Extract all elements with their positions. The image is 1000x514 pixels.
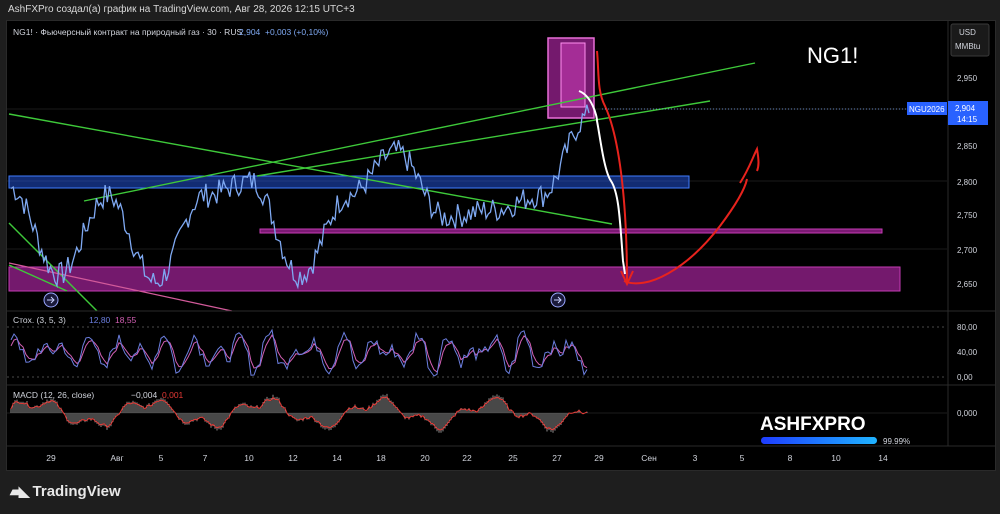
time-axis-label: 29 <box>46 453 56 463</box>
symbol-legend-last: 2,904 <box>239 27 261 37</box>
price-tag-value: 2,904 <box>955 104 976 113</box>
event-marker-icon[interactable] <box>43 292 59 308</box>
macd-signal-value: 0,001 <box>162 390 184 400</box>
time-axis-label: 27 <box>552 453 562 463</box>
price-tick: 2,800 <box>957 178 978 187</box>
time-axis-label: 20 <box>420 453 430 463</box>
event-marker-icon[interactable] <box>550 292 566 308</box>
tradingview-logo-icon: ▰◣ <box>10 483 29 499</box>
price-tick: 2,750 <box>957 211 978 220</box>
time-axis[interactable]: 29 Авг 5 7 10 12 14 18 20 22 25 27 29 Сен 3 5 8 10 14 <box>46 453 888 463</box>
time-axis-label: 3 <box>693 453 698 463</box>
price-tick: 2,850 <box>957 142 978 151</box>
brand-progress-label: 99.99% <box>883 437 910 446</box>
time-axis-label: Сен <box>641 453 657 463</box>
price-tick: 2,650 <box>957 280 978 289</box>
time-axis-label: 10 <box>244 453 254 463</box>
stochastic-k-value: 12,80 <box>89 315 111 325</box>
support-zone-magenta[interactable] <box>8 266 901 292</box>
time-axis-label: 5 <box>740 453 745 463</box>
tradingview-logo-text: TradingView <box>32 483 121 500</box>
brand-overlay: ASHFXPRO 99.99% <box>760 414 910 446</box>
footer-bar <box>0 471 1000 514</box>
brand-progress-fill <box>761 437 877 444</box>
macd-hist-value: −0,004 <box>131 390 158 400</box>
price-scale[interactable]: USD MMBtu 2,950 2,850 2,800 2,750 2,700 … <box>947 21 990 446</box>
stochastic-k-line <box>10 328 588 377</box>
price-tag-symbol: NGU2026 <box>909 105 945 114</box>
stoch-tick: 40,00 <box>957 348 978 357</box>
unit-label: MMBtu <box>955 42 980 51</box>
time-axis-label: 18 <box>376 453 386 463</box>
time-axis-label: 25 <box>508 453 518 463</box>
time-axis-label: 14 <box>878 453 888 463</box>
time-axis-label: Авг <box>110 453 123 463</box>
macd-tick: 0,000 <box>957 409 978 418</box>
stochastic-pane[interactable]: Стох. (3, 5, 3) 12,80 18,55 80,00 40,00 … <box>7 315 978 382</box>
stochastic-label: Стох. (3, 5, 3) <box>13 315 66 325</box>
macd-label: MACD (12, 26, close) <box>13 390 94 400</box>
projection-red-hook <box>739 145 760 184</box>
time-axis-label: 7 <box>203 453 208 463</box>
tradingview-logo[interactable]: ▰◣ TradingView <box>10 483 121 500</box>
time-axis-label: 29 <box>594 453 604 463</box>
chart-attribution: AshFXPro создал(а) график на TradingView… <box>0 0 1000 20</box>
currency-label: USD <box>959 28 976 37</box>
stoch-tick: 80,00 <box>957 323 978 332</box>
price-tick: 2,950 <box>957 74 978 83</box>
chart-canvas[interactable]: NG1! · Фьючерсный контракт на природный … <box>7 21 995 470</box>
watermark-title: NG1! <box>807 43 858 68</box>
time-axis-label: 5 <box>159 453 164 463</box>
time-axis-label: 12 <box>288 453 298 463</box>
brand-text: ASHFXPRO <box>760 414 866 435</box>
time-axis-label: 8 <box>788 453 793 463</box>
stochastic-d-line <box>10 334 588 373</box>
stoch-tick: 0,00 <box>957 373 973 382</box>
symbol-legend-name: NG1! · Фьючерсный контракт на природный … <box>13 27 242 37</box>
time-axis-label: 14 <box>332 453 342 463</box>
time-axis-label: 22 <box>462 453 472 463</box>
price-tag-time: 14:15 <box>957 115 978 124</box>
resistance-zone-blue[interactable] <box>8 175 690 189</box>
price-tick: 2,700 <box>957 246 978 255</box>
stochastic-d-value: 18,55 <box>115 315 137 325</box>
mid-zone-magenta[interactable] <box>259 228 883 234</box>
price-series-line[interactable] <box>10 104 590 290</box>
chart-panel[interactable]: NG1! · Фьючерсный контракт на природный … <box>6 20 996 471</box>
top-zone-inner <box>560 42 586 108</box>
time-axis-label: 10 <box>831 453 841 463</box>
symbol-legend-change: +0,003 (+0,10%) <box>265 27 328 37</box>
